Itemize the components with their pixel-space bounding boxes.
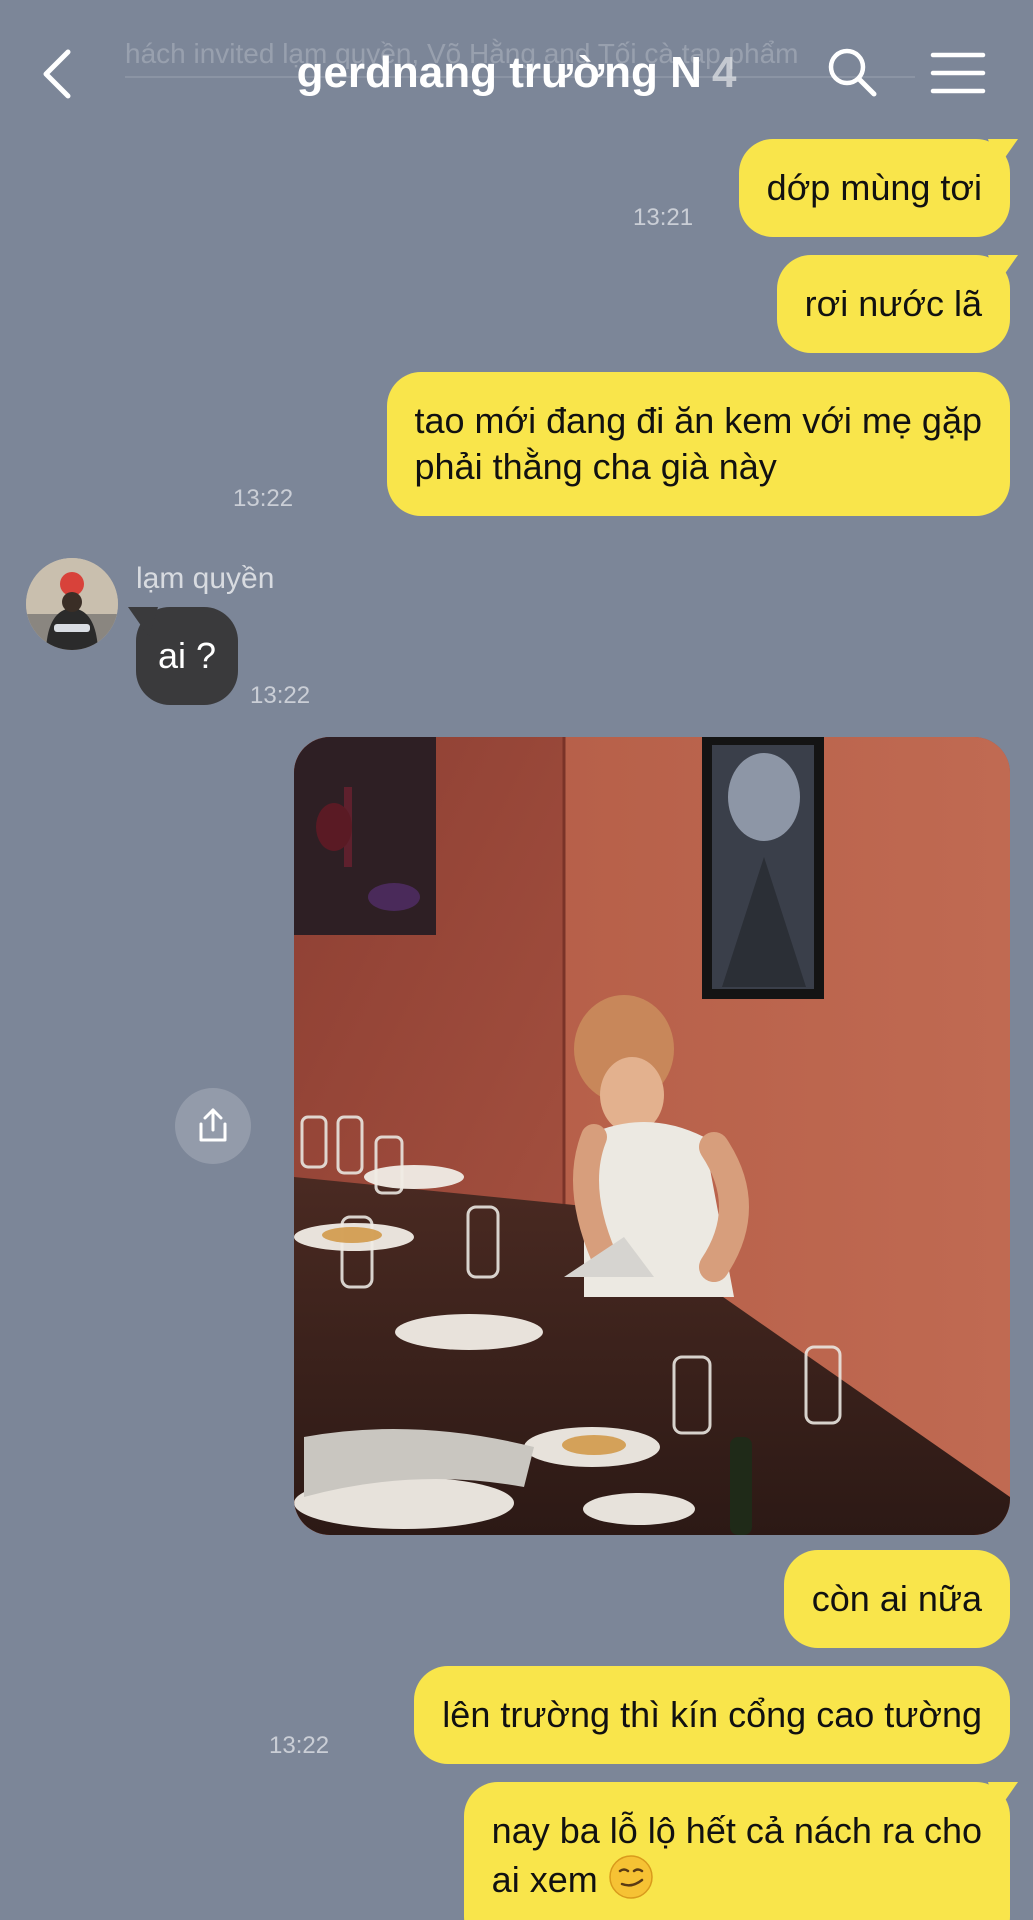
share-button[interactable] <box>175 1088 251 1164</box>
sender-name: lạm quyền <box>136 562 275 595</box>
member-count: 4 <box>711 48 737 97</box>
outgoing-message[interactable]: dớp mùng tơi <box>738 139 1010 237</box>
message-text-line: ai xem <box>492 1854 982 1911</box>
outgoing-message[interactable]: lên trường thì kín cổng cao tường <box>414 1666 1010 1764</box>
hamburger-menu-icon <box>930 52 986 94</box>
outgoing-message[interactable]: rơi nước lã <box>776 255 1010 353</box>
message-time: 13:22 <box>233 485 294 512</box>
message-text: còn ai nữa <box>811 1578 982 1619</box>
incoming-message[interactable]: ai ? <box>136 607 239 705</box>
avatar-image <box>26 558 118 650</box>
sender-avatar[interactable] <box>26 558 118 650</box>
message-text: ai xem <box>491 1859 598 1901</box>
smirk-emoji-icon <box>608 1854 654 1911</box>
message-text-line: phải thằng cha già này <box>414 446 777 487</box>
shared-photo[interactable] <box>294 737 1010 1535</box>
outgoing-message[interactable]: còn ai nữa <box>783 1550 1010 1648</box>
message-text: ai ? <box>158 635 217 676</box>
message-text-line: tao mới đang đi ăn kem với mẹ gặp <box>414 400 983 441</box>
search-button[interactable] <box>826 46 878 98</box>
search-icon <box>828 48 877 97</box>
chat-header: hách invited lạm quyền, Võ Hằng and Tối … <box>0 0 1033 140</box>
outgoing-message[interactable]: nay ba lỗ lộ hết cả nách ra cho ai xem <box>463 1782 1010 1920</box>
back-chevron-icon <box>43 49 71 99</box>
menu-button[interactable] <box>930 50 986 96</box>
message-time: 13:21 <box>633 204 694 231</box>
message-time: 13:22 <box>250 682 311 709</box>
back-button[interactable] <box>36 46 80 102</box>
outgoing-message[interactable]: tao mới đang đi ăn kem với mẹ gặp phải t… <box>386 372 1010 516</box>
chat-title-text: gerdnang trường N <box>296 48 702 97</box>
share-icon <box>199 1108 227 1142</box>
message-time: 13:22 <box>269 1732 330 1759</box>
message-text: rơi nước lã <box>804 283 982 324</box>
message-text-line: nay ba lỗ lộ hết cả nách ra cho <box>491 1810 982 1851</box>
chat-title[interactable]: gerdnang trường N4 <box>240 48 793 98</box>
message-text: lên trường thì kín cổng cao tường <box>442 1694 982 1735</box>
message-text: dớp mùng tơi <box>766 167 982 208</box>
photo-image <box>294 737 1010 1535</box>
